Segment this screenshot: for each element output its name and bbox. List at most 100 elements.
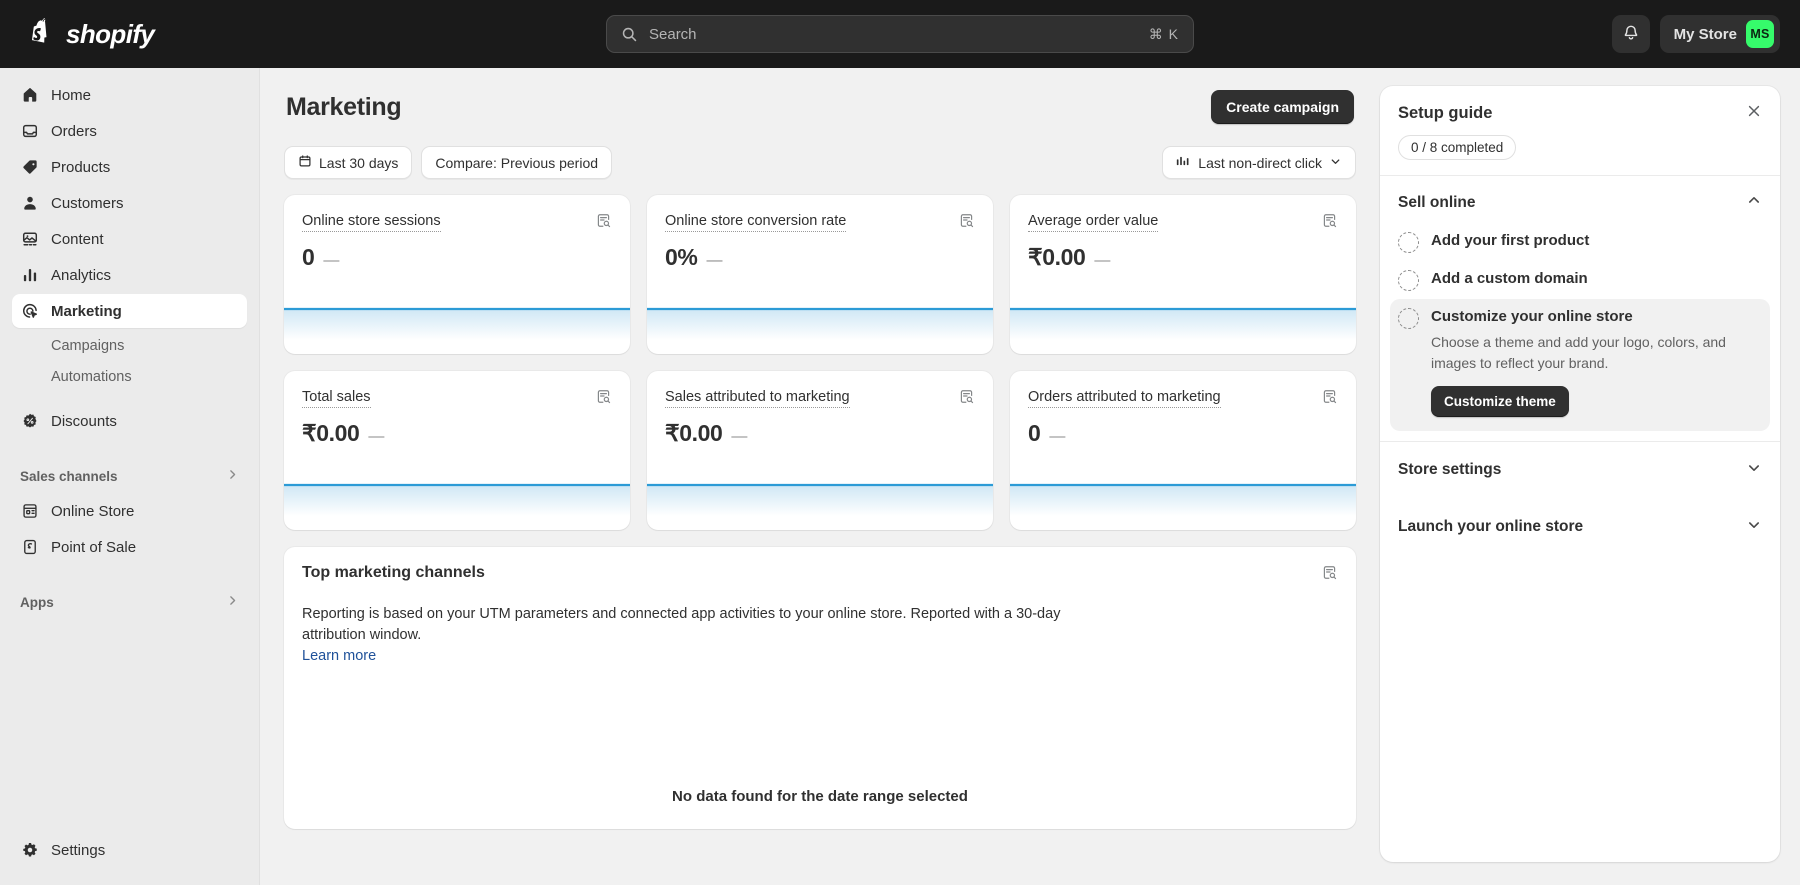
search-container: Search ⌘ K bbox=[606, 15, 1194, 53]
metric-card-sales-attributed-to-marketing[interactable]: Sales attributed to marketing ₹0.00 — bbox=[647, 371, 993, 530]
setup-section-sell-online[interactable]: Sell online bbox=[1380, 176, 1780, 217]
view-report-icon[interactable] bbox=[595, 388, 612, 410]
sidebar-section-label: Sales channels bbox=[20, 469, 118, 484]
notifications-button[interactable] bbox=[1612, 15, 1650, 53]
metric-card-online-store-sessions[interactable]: Online store sessions 0 — bbox=[284, 195, 630, 354]
filters-bar: Last 30 days Compare: Previous period La… bbox=[284, 146, 1356, 179]
panel-description: Reporting is based on your UTM parameter… bbox=[302, 604, 1092, 645]
setup-task-customize-online-store[interactable]: Customize your online store Choose a the… bbox=[1390, 299, 1770, 431]
sidebar: Home Orders Products Customers Content bbox=[0, 68, 260, 885]
metric-delta: — bbox=[1094, 252, 1110, 270]
setup-guide-title: Setup guide bbox=[1398, 104, 1492, 123]
sidebar-section-sales-channels[interactable]: Sales channels bbox=[12, 462, 247, 490]
task-content: Customize your online store Choose a the… bbox=[1431, 307, 1762, 417]
task-checkbox-icon[interactable] bbox=[1398, 232, 1419, 253]
page-title: Marketing bbox=[286, 93, 401, 122]
metric-value-row: 0% — bbox=[665, 244, 975, 271]
orders-icon bbox=[20, 121, 40, 141]
close-icon[interactable] bbox=[1746, 103, 1762, 124]
view-report-icon[interactable] bbox=[1321, 388, 1338, 410]
sidebar-item-point-of-sale[interactable]: Point of Sale bbox=[12, 530, 247, 564]
metric-title: Online store conversion rate bbox=[665, 212, 846, 232]
discount-icon bbox=[20, 411, 40, 431]
gear-icon bbox=[20, 840, 40, 860]
chevron-right-icon bbox=[226, 594, 239, 610]
metric-delta: — bbox=[323, 252, 339, 270]
sidebar-section-label: Apps bbox=[20, 595, 54, 610]
metric-card-average-order-value[interactable]: Average order value ₹0.00 — bbox=[1010, 195, 1356, 354]
task-description: Choose a theme and add your logo, colors… bbox=[1431, 332, 1731, 373]
metric-card-body: Orders attributed to marketing 0 — bbox=[1010, 371, 1356, 447]
metric-card-orders-attributed-to-marketing[interactable]: Orders attributed to marketing 0 — bbox=[1010, 371, 1356, 530]
chevron-right-icon bbox=[226, 468, 239, 484]
task-checkbox-icon[interactable] bbox=[1398, 308, 1419, 329]
sidebar-subitem-campaigns[interactable]: Campaigns bbox=[12, 330, 247, 361]
setup-section-launch-online-store[interactable]: Launch your online store bbox=[1380, 499, 1780, 556]
compare-filter[interactable]: Compare: Previous period bbox=[421, 146, 612, 179]
task-checkbox-icon[interactable] bbox=[1398, 270, 1419, 291]
metrics-row-1: Online store sessions 0 — bbox=[284, 195, 1356, 354]
sidebar-item-online-store[interactable]: Online Store bbox=[12, 494, 247, 528]
sidebar-item-analytics[interactable]: Analytics bbox=[12, 258, 247, 292]
metric-value: 0 bbox=[302, 244, 314, 271]
metric-value: 0% bbox=[665, 244, 697, 271]
search-shortcut-hint: ⌘ K bbox=[1149, 26, 1179, 43]
metric-delta: — bbox=[706, 252, 722, 270]
sidebar-item-content[interactable]: Content bbox=[12, 222, 247, 256]
metric-card-header: Online store sessions bbox=[302, 212, 612, 234]
view-report-icon[interactable] bbox=[595, 212, 612, 234]
view-report-icon[interactable] bbox=[958, 388, 975, 410]
metric-card-total-sales[interactable]: Total sales ₹0.00 — bbox=[284, 371, 630, 530]
sidebar-item-settings[interactable]: Settings bbox=[12, 833, 247, 867]
attribution-model-select[interactable]: Last non-direct click bbox=[1162, 146, 1356, 179]
compare-label: Compare: Previous period bbox=[435, 155, 598, 171]
search-input[interactable]: Search ⌘ K bbox=[606, 15, 1194, 53]
sidebar-item-home[interactable]: Home bbox=[12, 78, 247, 112]
metric-value-row: ₹0.00 — bbox=[665, 420, 975, 447]
setup-section-label: Sell online bbox=[1398, 194, 1476, 212]
sidebar-footer: Settings bbox=[12, 833, 247, 885]
chevron-down-icon bbox=[1329, 155, 1342, 171]
bar-chart-icon bbox=[20, 265, 40, 285]
sidebar-item-orders[interactable]: Orders bbox=[12, 114, 247, 148]
metric-delta: — bbox=[368, 428, 384, 446]
metric-value: ₹0.00 bbox=[1028, 244, 1085, 271]
task-label: Customize your online store bbox=[1431, 307, 1762, 327]
sidebar-item-discounts[interactable]: Discounts bbox=[12, 404, 247, 438]
metric-value-row: 0 — bbox=[302, 244, 612, 271]
search-icon bbox=[621, 26, 638, 43]
metric-sparkline bbox=[647, 300, 993, 354]
metric-card-online-store-conversion-rate[interactable]: Online store conversion rate 0% — bbox=[647, 195, 993, 354]
sidebar-item-marketing[interactable]: Marketing bbox=[12, 294, 247, 328]
task-label: Add a custom domain bbox=[1431, 269, 1762, 289]
metric-sparkline bbox=[284, 300, 630, 354]
view-report-icon[interactable] bbox=[1321, 564, 1338, 586]
setup-task-add-custom-domain[interactable]: Add a custom domain bbox=[1390, 261, 1770, 299]
metric-card-header: Orders attributed to marketing bbox=[1028, 388, 1338, 410]
sidebar-item-customers[interactable]: Customers bbox=[12, 186, 247, 220]
metric-card-body: Online store sessions 0 — bbox=[284, 195, 630, 271]
learn-more-link[interactable]: Learn more bbox=[302, 648, 1338, 664]
sidebar-item-products[interactable]: Products bbox=[12, 150, 247, 184]
task-label: Add your first product bbox=[1431, 231, 1762, 251]
setup-guide-column: Setup guide 0 / 8 completed Sell online bbox=[1380, 68, 1800, 885]
view-report-icon[interactable] bbox=[958, 212, 975, 234]
main-content: Marketing Create campaign Last 30 days C… bbox=[260, 68, 1380, 885]
metric-sparkline bbox=[1010, 300, 1356, 354]
view-report-icon[interactable] bbox=[1321, 212, 1338, 234]
date-range-filter[interactable]: Last 30 days bbox=[284, 146, 412, 179]
chevron-down-icon bbox=[1746, 517, 1762, 538]
create-campaign-button[interactable]: Create campaign bbox=[1211, 90, 1354, 124]
empty-state-message: No data found for the date range selecte… bbox=[302, 788, 1338, 805]
setup-task-add-first-product[interactable]: Add your first product bbox=[1390, 223, 1770, 261]
shopify-logo[interactable]: shopify bbox=[20, 18, 280, 50]
sidebar-section-apps[interactable]: Apps bbox=[12, 588, 247, 616]
metrics-row-2: Total sales ₹0.00 — bbox=[284, 371, 1356, 530]
chevron-down-icon bbox=[1746, 460, 1762, 481]
sidebar-subitem-automations[interactable]: Automations bbox=[12, 361, 247, 392]
panel-title: Top marketing channels bbox=[302, 564, 485, 582]
store-name: My Store bbox=[1674, 26, 1737, 43]
store-switcher-button[interactable]: My Store MS bbox=[1660, 15, 1780, 53]
setup-section-store-settings[interactable]: Store settings bbox=[1380, 442, 1780, 499]
customize-theme-button[interactable]: Customize theme bbox=[1431, 386, 1569, 417]
